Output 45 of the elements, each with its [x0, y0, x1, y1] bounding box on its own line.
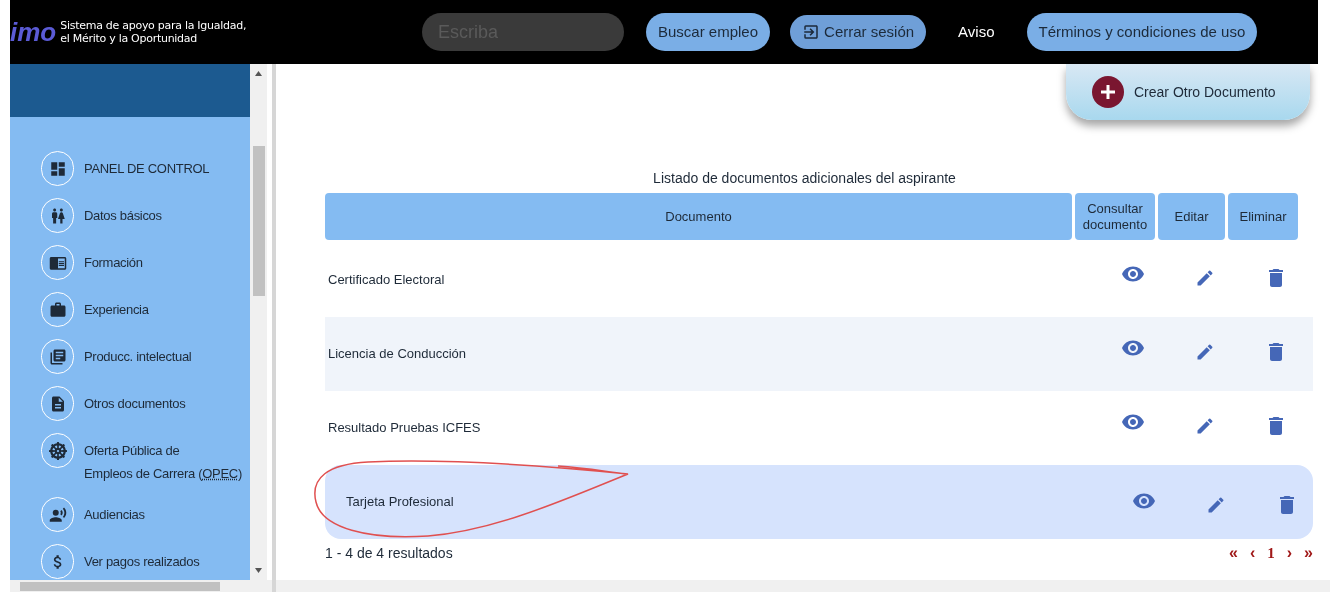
plus-icon	[1092, 76, 1124, 108]
document-name: Resultado Pruebas ICFES	[328, 419, 482, 438]
logout-button[interactable]: Cerrar sesión	[790, 15, 927, 49]
document-name: Licencia de Conducción	[328, 345, 468, 364]
table-row[interactable]: Licencia de Conducción	[325, 317, 1313, 391]
table-row[interactable]: Certificado Electoral	[325, 243, 1313, 317]
previous-page-link[interactable]: ‹	[1249, 541, 1256, 565]
tagline: Sistema de apoyo para la Igualdad,	[60, 19, 247, 32]
scrollbar-thumb[interactable]	[252, 146, 265, 296]
tagline: el Mérito y la Oportunidad	[60, 32, 198, 45]
next-page-link[interactable]: ›	[1286, 541, 1293, 565]
scrollbar[interactable]	[10, 580, 272, 592]
logout-icon	[802, 23, 821, 41]
scroll-down-icon[interactable]	[255, 568, 262, 573]
sidebar-item[interactable]: Audiencias	[84, 497, 145, 526]
sidebar-item[interactable]: Formación	[84, 245, 143, 274]
nav-button[interactable]: Buscar empleo	[646, 13, 771, 51]
page-link[interactable]: 1	[1267, 541, 1275, 565]
sidebar-item[interactable]: Producc. intelectual	[84, 339, 192, 368]
scroll-up-icon[interactable]	[255, 71, 262, 76]
table-title: Listado de documentos adicionales del aspirante	[652, 169, 957, 188]
column-header: Documento	[325, 193, 1072, 240]
table-row[interactable]: Resultado Pruebas ICFES	[325, 391, 1313, 465]
sidebar-item[interactable]: PANEL DE CONTROL	[84, 151, 210, 180]
create-document-button[interactable]: Crear Otro Documento	[1066, 64, 1310, 120]
first-page-link[interactable]: «	[1229, 541, 1238, 565]
logo: imo	[10, 19, 57, 45]
scrollbar[interactable]	[276, 580, 1330, 592]
table-row[interactable]: Tarjeta Profesional	[325, 465, 1313, 539]
column-header: Eliminar	[1228, 193, 1298, 240]
sidebar-item[interactable]: Otros documentos	[84, 386, 186, 415]
sidebar-item[interactable]: Ver pagos realizados	[84, 544, 200, 573]
last-page-link[interactable]: »	[1304, 541, 1313, 565]
scrollbar[interactable]	[250, 64, 267, 580]
sidebar-item[interactable]: Oferta Pública de Empleos de Carrera (OPEC)	[84, 433, 242, 485]
document-name: Certificado Electoral	[328, 271, 446, 290]
column-header: Editar	[1158, 193, 1225, 240]
document-name: Tarjeta Profesional	[346, 493, 455, 512]
results-count: 1 - 4 de 4 resultados	[325, 543, 453, 563]
notice-link[interactable]: Aviso	[946, 20, 1007, 44]
sidebar-item[interactable]: Datos básicos	[84, 198, 162, 227]
nav-button[interactable]: Términos y condiciones de uso	[1026, 13, 1258, 51]
column-header: Consultar documento	[1075, 193, 1155, 240]
sidebar-item[interactable]: Experiencia	[84, 292, 149, 321]
scrollbar-thumb[interactable]	[20, 581, 220, 591]
